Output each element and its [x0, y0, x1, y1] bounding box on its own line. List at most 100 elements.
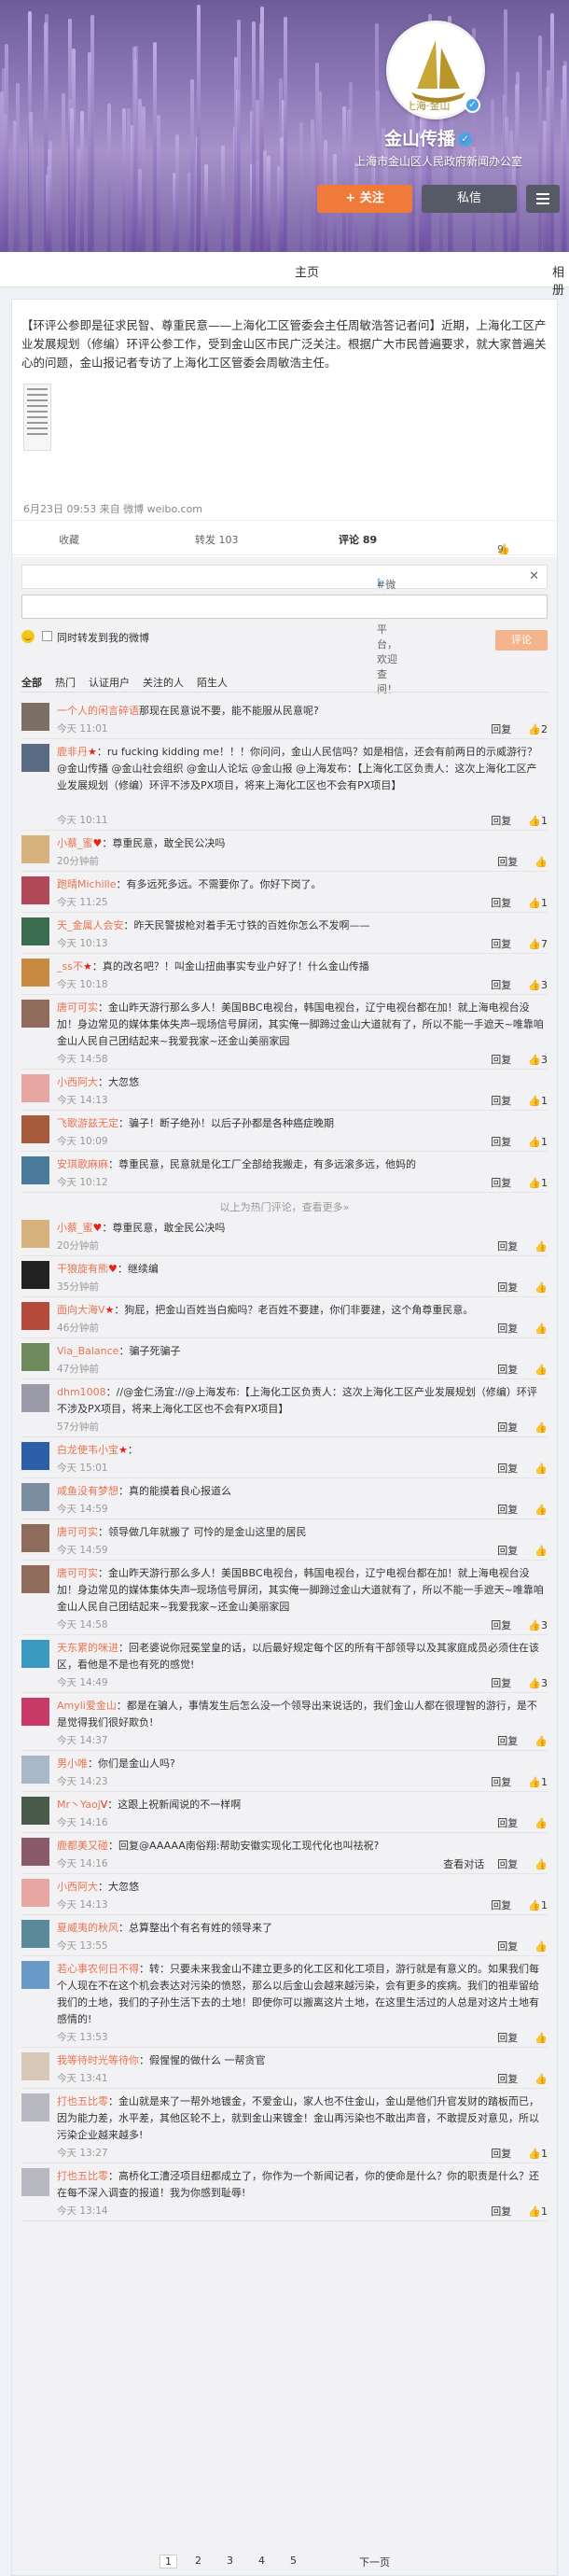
comment-like-button[interactable]: 👍1 [528, 1899, 548, 1911]
comment-like-button[interactable]: 👍7 [528, 938, 548, 950]
reply-button[interactable]: 回复 [491, 723, 511, 735]
page-1[interactable]: 1 [160, 2555, 177, 2569]
comment-username[interactable]: 唐可可实 [57, 1001, 98, 1014]
comment-input[interactable] [21, 595, 548, 619]
avatar[interactable] [21, 1343, 49, 1371]
reply-button[interactable]: 回复 [491, 2148, 511, 2160]
avatar[interactable] [21, 1879, 49, 1907]
reply-button[interactable]: 回复 [497, 1545, 518, 1557]
comment-like-button[interactable]: 👍1 [528, 1095, 548, 1107]
reply-button[interactable]: 回复 [497, 1364, 518, 1376]
comment-username[interactable]: 若心事农何日不得 [57, 1963, 139, 1975]
comment-button[interactable]: 评论 89 [339, 532, 377, 547]
comment-like-button[interactable]: 👍1 [528, 1177, 548, 1189]
comment-username[interactable]: 唐可可实 [57, 1526, 98, 1538]
comment-like-button[interactable]: 👍 [534, 1240, 548, 1253]
avatar[interactable] [21, 1115, 49, 1143]
avatar[interactable] [21, 1838, 49, 1866]
reply-button[interactable]: 回复 [491, 897, 511, 909]
comment-username[interactable]: 男小唯 [57, 1757, 88, 1770]
tab-album[interactable]: 相册 [552, 262, 569, 298]
reply-button[interactable]: 回复 [491, 815, 511, 827]
avatar[interactable] [21, 1261, 49, 1289]
comment-username[interactable]: 小西阿大 [57, 1076, 98, 1088]
comment-like-button[interactable]: 👍3 [528, 1619, 548, 1631]
reply-button[interactable]: 回复 [497, 2073, 518, 2085]
comment-like-button[interactable]: 👍 [534, 1940, 548, 1953]
avatar[interactable] [21, 1074, 49, 1102]
avatar[interactable] [21, 1698, 49, 1726]
filter-all[interactable]: 全部 [21, 675, 42, 690]
avatar[interactable] [21, 1220, 49, 1248]
comment-username[interactable]: 小蔡_蜜 [57, 1222, 93, 1234]
comment-username[interactable]: Via_Balance [57, 1345, 118, 1357]
reply-button[interactable]: 回复 [497, 2032, 518, 2044]
reply-button[interactable]: 回复 [497, 1240, 518, 1253]
view-conversation-link[interactable]: 查看对话 [443, 1858, 484, 1870]
avatar[interactable] [21, 1756, 49, 1784]
comment-like-button[interactable]: 👍 [534, 1281, 548, 1294]
filter-hot[interactable]: 热门 [55, 675, 76, 690]
avatar[interactable] [21, 1000, 49, 1028]
reply-button[interactable]: 回复 [491, 2205, 511, 2218]
comment-username[interactable]: 打也五比零 [57, 2095, 108, 2107]
comment-username[interactable]: 白龙使韦小宝 [57, 1444, 118, 1456]
filter-verified[interactable]: 认证用户 [89, 675, 130, 690]
repost-button[interactable]: 转发 103 [195, 532, 239, 547]
page-5[interactable]: 5 [290, 2555, 297, 2567]
comment-like-button[interactable]: 👍 [534, 2032, 548, 2044]
comment-like-button[interactable]: 👍1 [528, 2148, 548, 2160]
comment-like-button[interactable]: 👍 [534, 1858, 548, 1870]
close-icon[interactable]: ✕ [529, 569, 539, 583]
comment-username[interactable]: 咸鱼没有梦想 [57, 1485, 118, 1497]
avatar[interactable] [21, 1565, 49, 1593]
menu-button[interactable] [526, 185, 560, 213]
emoji-icon[interactable] [21, 630, 35, 643]
reply-button[interactable]: 回复 [491, 1054, 511, 1066]
avatar[interactable] [21, 917, 49, 945]
avatar[interactable] [21, 876, 49, 904]
avatar[interactable] [21, 1483, 49, 1511]
next-page-link[interactable]: 下一页 [359, 2555, 390, 2569]
comment-username[interactable]: 小西阿大 [57, 1881, 98, 1893]
comment-username[interactable]: 天东累的咪进 [57, 1642, 118, 1654]
collect-button[interactable]: 收藏 [59, 532, 79, 547]
comment-username[interactable]: Mr丶Yaoj [57, 1799, 101, 1811]
reply-button[interactable]: 回复 [491, 1776, 511, 1788]
reply-button[interactable]: 回复 [491, 1899, 511, 1911]
comment-username[interactable]: 打也五比零 [57, 2170, 108, 2182]
page-2[interactable]: 2 [195, 2555, 201, 2567]
post-image-thumbnail[interactable] [23, 384, 51, 451]
comment-username[interactable]: 面向大海V [57, 1304, 105, 1316]
comment-username[interactable]: 天_金属人会安 [57, 919, 124, 931]
avatar[interactable] [21, 1920, 49, 1948]
reply-button[interactable]: 回复 [491, 1136, 511, 1148]
comment-like-button[interactable]: 👍 [534, 1463, 548, 1475]
avatar[interactable] [21, 2093, 49, 2121]
comment-username[interactable]: 小蔡_蜜 [57, 837, 93, 849]
reply-button[interactable]: 回复 [497, 1940, 518, 1953]
page-3[interactable]: 3 [227, 2555, 233, 2567]
comment-username[interactable]: Amyli爱金山 [57, 1700, 117, 1712]
reply-button[interactable]: 回复 [497, 1323, 518, 1335]
avatar[interactable] [21, 1302, 49, 1330]
comment-like-button[interactable]: 👍 [534, 1421, 548, 1434]
reply-button[interactable]: 回复 [497, 1421, 518, 1434]
submit-comment-button[interactable]: 评论 [495, 630, 548, 651]
comment-like-button[interactable]: 👍 [534, 2073, 548, 2085]
page-4[interactable]: 4 [258, 2555, 265, 2567]
comment-like-button[interactable]: 👍 [534, 1545, 548, 1557]
comment-like-button[interactable]: 👍 [534, 1735, 548, 1747]
comment-username[interactable]: 干狼旋有熊 [57, 1263, 108, 1275]
comment-username[interactable]: 夏威夷的秋风 [57, 1922, 118, 1934]
reply-button[interactable]: 回复 [497, 1735, 518, 1747]
comment-username[interactable]: _ss不 [57, 960, 83, 973]
reply-button[interactable]: 回复 [491, 1177, 511, 1189]
follow-button[interactable]: + 关注 [317, 185, 412, 213]
filter-following[interactable]: 关注的人 [143, 675, 184, 690]
reply-button[interactable]: 回复 [497, 1858, 518, 1870]
avatar[interactable] [21, 744, 49, 772]
avatar[interactable] [21, 1442, 49, 1470]
avatar[interactable] [21, 1384, 49, 1412]
comment-like-button[interactable]: 👍2 [528, 723, 548, 735]
